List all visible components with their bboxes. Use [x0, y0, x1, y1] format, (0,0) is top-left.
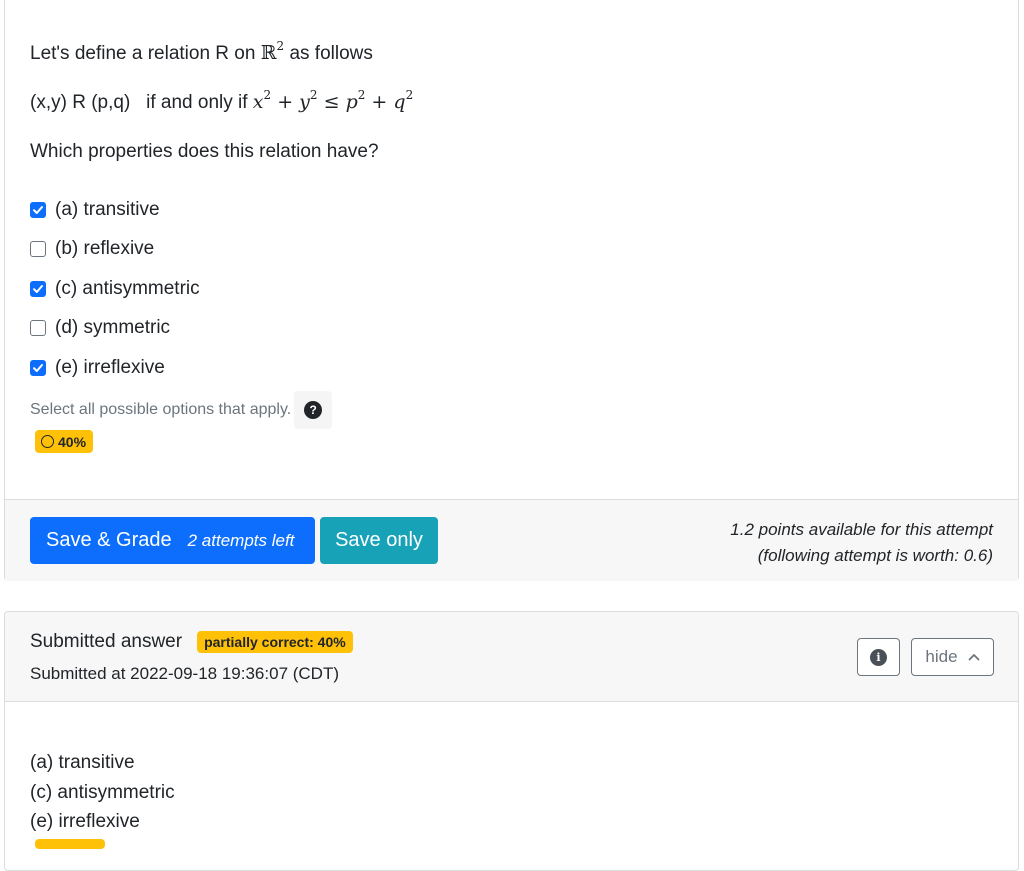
chevron-up-icon	[968, 654, 979, 661]
intro-text: Let's define a relation R on	[30, 43, 256, 64]
save-only-button[interactable]: Save only	[320, 517, 438, 564]
option-label: (e) irreflexive	[55, 357, 165, 378]
question-footer: Save & Grade 2 attempts left Save only 1…	[5, 499, 1018, 581]
checkbox-unchecked-icon[interactable]	[30, 320, 46, 336]
question-intro: Let's define a relation R on ℝ2 as follo…	[30, 39, 373, 65]
points-info: 1.2 points available for this attempt (f…	[730, 517, 993, 569]
question-prompt: Which properties does this relation have…	[30, 141, 379, 162]
submission-score-badge	[35, 839, 105, 849]
checkbox-checked-icon[interactable]	[30, 360, 46, 376]
score-badge: 40%	[35, 430, 94, 453]
submission-header: Submitted answer partially correct: 40% …	[5, 612, 1018, 702]
info-circle-icon: i	[870, 648, 887, 666]
option-label: (c) antisymmetric	[55, 278, 200, 299]
submitted-answer-item: (a) transitive	[30, 752, 135, 773]
submission-card: Submitted answer partially correct: 40% …	[4, 611, 1019, 871]
intro-suffix: as follows	[289, 43, 373, 64]
option-label: (a) transitive	[55, 199, 160, 220]
attempts-left: 2 attempts left	[187, 530, 295, 550]
option-label: (d) symmetric	[55, 317, 171, 338]
hide-button[interactable]: hide	[911, 638, 994, 676]
option-label: (b) reflexive	[55, 238, 155, 259]
help-button[interactable]: ?	[294, 391, 333, 429]
relation-text: (x,y) R (p,q) if and only if	[30, 92, 248, 113]
score-value: 40%	[58, 433, 87, 450]
option-e[interactable]: (e) irreflexive	[30, 356, 165, 380]
option-b[interactable]: (b) reflexive	[30, 237, 154, 261]
checkbox-unchecked-icon[interactable]	[30, 241, 46, 257]
submitted-answer-item: (c) antisymmetric	[30, 781, 175, 803]
submitted-answers: (a) transitive (c) antisymmetric (e) irr…	[30, 748, 175, 837]
hint-text: Select all possible options that apply.	[30, 401, 292, 418]
circle-icon	[41, 435, 54, 448]
question-circle-icon: ?	[304, 401, 323, 419]
hide-label: hide	[925, 647, 958, 666]
relation-definition: (x,y) R (p,q) if and only if x2 + y2 ≤ p…	[30, 88, 414, 114]
option-a[interactable]: (a) transitive	[30, 198, 160, 222]
points-available: 1.2 points available for this attempt	[730, 520, 993, 539]
submission-time: Submitted at 2022-09-18 19:36:07 (CDT)	[30, 664, 340, 683]
option-c[interactable]: (c) antisymmetric	[30, 277, 200, 301]
checkbox-checked-icon[interactable]	[30, 202, 46, 218]
info-button[interactable]: i	[857, 638, 900, 676]
submitted-answer-item: (e) irreflexive	[30, 811, 140, 832]
submission-title-row: Submitted answer partially correct: 40%	[30, 631, 353, 653]
relation-formula: x2 + y2 ≤ p2 + q2	[252, 88, 414, 113]
save-grade-label: Save & Grade	[46, 529, 172, 551]
option-d[interactable]: (d) symmetric	[30, 316, 170, 340]
real-plane-symbol: ℝ2	[260, 39, 285, 64]
submission-title: Submitted answer	[30, 631, 183, 652]
save-grade-button[interactable]: Save & Grade 2 attempts left	[30, 517, 315, 564]
checkbox-checked-icon[interactable]	[30, 281, 46, 297]
hint-row: Select all possible options that apply. …	[30, 391, 333, 429]
question-card: Let's define a relation R on ℝ2 as follo…	[4, 0, 1019, 581]
next-attempt-worth: (following attempt is worth: 0.6)	[757, 546, 993, 565]
partial-correct-badge: partially correct: 40%	[197, 631, 353, 653]
